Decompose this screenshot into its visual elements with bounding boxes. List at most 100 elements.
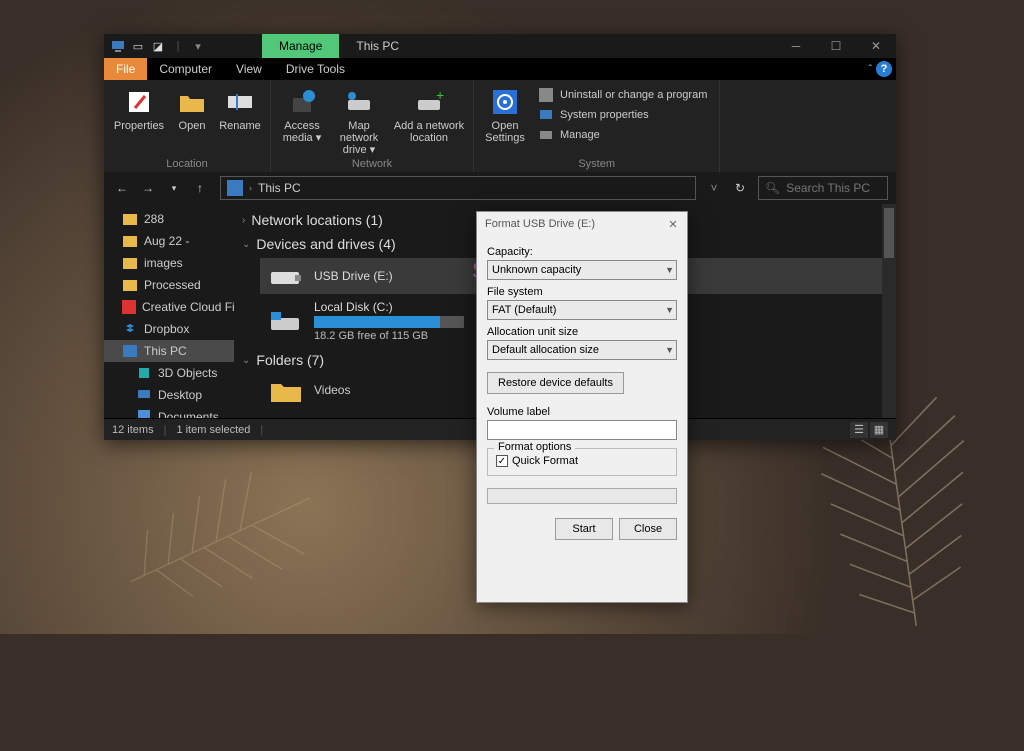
map-drive-icon <box>343 86 375 118</box>
sidebar-item-aug-22-[interactable]: Aug 22 - <box>104 230 234 252</box>
sidebar-item-documents[interactable]: Documents <box>104 406 234 418</box>
open-settings-button[interactable]: Open Settings <box>482 84 528 144</box>
search-box[interactable]: 🔍︎ <box>758 176 888 200</box>
address-bar[interactable]: › This PC <box>220 176 696 200</box>
up-button[interactable]: ↑ <box>190 178 210 198</box>
quick-format-checkbox[interactable]: ✓ Quick Format <box>496 455 668 467</box>
sidebar-item-label: This PC <box>144 344 187 358</box>
desktop-icon <box>136 387 152 403</box>
usb-drive-icon <box>268 262 304 290</box>
volume-label-label: Volume label <box>487 406 677 418</box>
minimize-button[interactable]: ─ <box>776 34 816 58</box>
divider-icon: | <box>170 38 186 54</box>
forward-button[interactable]: → <box>138 178 158 198</box>
address-dropdown[interactable]: ˅ <box>706 181 722 195</box>
sidebar-item-label: Documents <box>158 410 219 418</box>
uninstall-program-button[interactable]: Uninstall or change a program <box>534 86 711 104</box>
system-properties-icon <box>538 107 554 123</box>
sidebar-item-dropbox[interactable]: Dropbox <box>104 318 234 340</box>
drive-capacity-bar <box>314 316 464 328</box>
dropbox-icon <box>122 321 138 337</box>
format-options-group: Format options ✓ Quick Format <box>487 448 677 476</box>
chevron-down-icon: ⌄ <box>242 355 250 366</box>
properties-button[interactable]: Properties <box>112 84 166 132</box>
chevron-right-icon: › <box>249 183 252 193</box>
sidebar-item-label: Aug 22 - <box>144 234 189 248</box>
capacity-select[interactable]: Unknown capacity▼ <box>487 260 677 280</box>
map-drive-button[interactable]: Map network drive ▾ <box>331 84 387 156</box>
start-button[interactable]: Start <box>555 518 613 540</box>
media-icon <box>286 86 318 118</box>
sidebar-item-processed[interactable]: Processed <box>104 274 234 296</box>
search-input[interactable] <box>786 181 881 195</box>
folder-label: Videos <box>314 383 350 397</box>
sidebar-item-288[interactable]: 288 <box>104 208 234 230</box>
sidebar-item-3d-objects[interactable]: 3D Objects <box>104 362 234 384</box>
sidebar-item-desktop[interactable]: Desktop <box>104 384 234 406</box>
dialog-titlebar[interactable]: Format USB Drive (E:) ✕ <box>477 212 687 236</box>
scrollbar-thumb[interactable] <box>884 208 894 258</box>
pc-icon[interactable] <box>110 38 126 54</box>
system-properties-button[interactable]: System properties <box>534 106 711 124</box>
format-options-legend: Format options <box>494 441 575 453</box>
rename-button[interactable]: Rename <box>218 84 262 132</box>
status-item-count: 12 items <box>112 424 154 436</box>
cc-icon <box>122 299 136 315</box>
icons-view-button[interactable]: ▦ <box>870 422 888 438</box>
folder-icon <box>122 277 138 293</box>
format-dialog: Format USB Drive (E:) ✕ Capacity: Unknow… <box>476 211 688 603</box>
sidebar-item-this-pc[interactable]: This PC <box>104 340 234 362</box>
group-label: System <box>482 156 711 170</box>
pc-icon <box>122 343 138 359</box>
chevron-down-icon: ▼ <box>665 265 674 275</box>
details-view-button[interactable]: ☰ <box>850 422 868 438</box>
scrollbar[interactable] <box>882 204 896 418</box>
sidebar-item-label: images <box>144 256 183 270</box>
dialog-title: Format USB Drive (E:) <box>485 218 595 230</box>
sidebar-item-images[interactable]: images <box>104 252 234 274</box>
status-selected: 1 item selected <box>176 424 250 436</box>
drive-tools-menu[interactable]: Drive Tools <box>274 58 357 80</box>
close-button[interactable]: ✕ <box>663 214 683 234</box>
open-button[interactable]: Open <box>172 84 212 132</box>
drive-free-text: 18.2 GB free of 115 GB <box>314 330 464 342</box>
computer-menu[interactable]: Computer <box>147 58 224 80</box>
add-network-location-button[interactable]: + Add a network location <box>393 84 465 144</box>
3d-icon <box>136 365 152 381</box>
ribbon-group-network: Access media ▾ Map network drive ▾ + Add… <box>271 80 474 172</box>
help-icon[interactable]: ? <box>876 61 892 77</box>
properties-icon[interactable]: ▭ <box>130 38 146 54</box>
file-menu[interactable]: File <box>104 58 147 80</box>
checkbox-icon: ✓ <box>496 455 508 467</box>
checkbox-icon[interactable]: ◪ <box>150 38 166 54</box>
sidebar-item-creative-cloud-fil[interactable]: Creative Cloud Fil <box>104 296 234 318</box>
close-button[interactable]: Close <box>619 518 677 540</box>
volume-label-input[interactable] <box>487 420 677 440</box>
drive-name: Local Disk (C:) <box>314 300 464 314</box>
svg-text:+: + <box>436 90 444 103</box>
sidebar-item-label: 288 <box>144 212 164 226</box>
dropdown-icon[interactable]: ▾ <box>190 38 206 54</box>
properties-icon <box>123 86 155 118</box>
maximize-button[interactable]: ☐ <box>816 34 856 58</box>
collapse-ribbon-icon[interactable]: ˆ <box>869 64 872 75</box>
folder-icon <box>122 211 138 227</box>
sidebar-item-label: Creative Cloud Fil <box>142 300 234 314</box>
manage-button[interactable]: Manage <box>534 126 711 144</box>
view-menu[interactable]: View <box>224 58 274 80</box>
access-media-button[interactable]: Access media ▾ <box>279 84 325 144</box>
back-button[interactable]: ← <box>112 178 132 198</box>
allocation-select[interactable]: Default allocation size▼ <box>487 340 677 360</box>
filesystem-select[interactable]: FAT (Default)▼ <box>487 300 677 320</box>
address-path[interactable]: This PC <box>258 181 301 195</box>
manage-tab[interactable]: Manage <box>262 34 339 58</box>
pc-icon <box>227 180 243 196</box>
close-button[interactable]: ✕ <box>856 34 896 58</box>
group-label: Network <box>279 156 465 170</box>
chevron-down-icon: ⌄ <box>242 239 250 250</box>
restore-defaults-button[interactable]: Restore device defaults <box>487 372 624 394</box>
titlebar[interactable]: ▭ ◪ | ▾ Manage This PC ─ ☐ ✕ <box>104 34 896 58</box>
refresh-button[interactable]: ↻ <box>728 176 752 200</box>
recent-dropdown[interactable]: ▾ <box>164 178 184 198</box>
drive-name: USB Drive (E:) <box>314 269 393 283</box>
